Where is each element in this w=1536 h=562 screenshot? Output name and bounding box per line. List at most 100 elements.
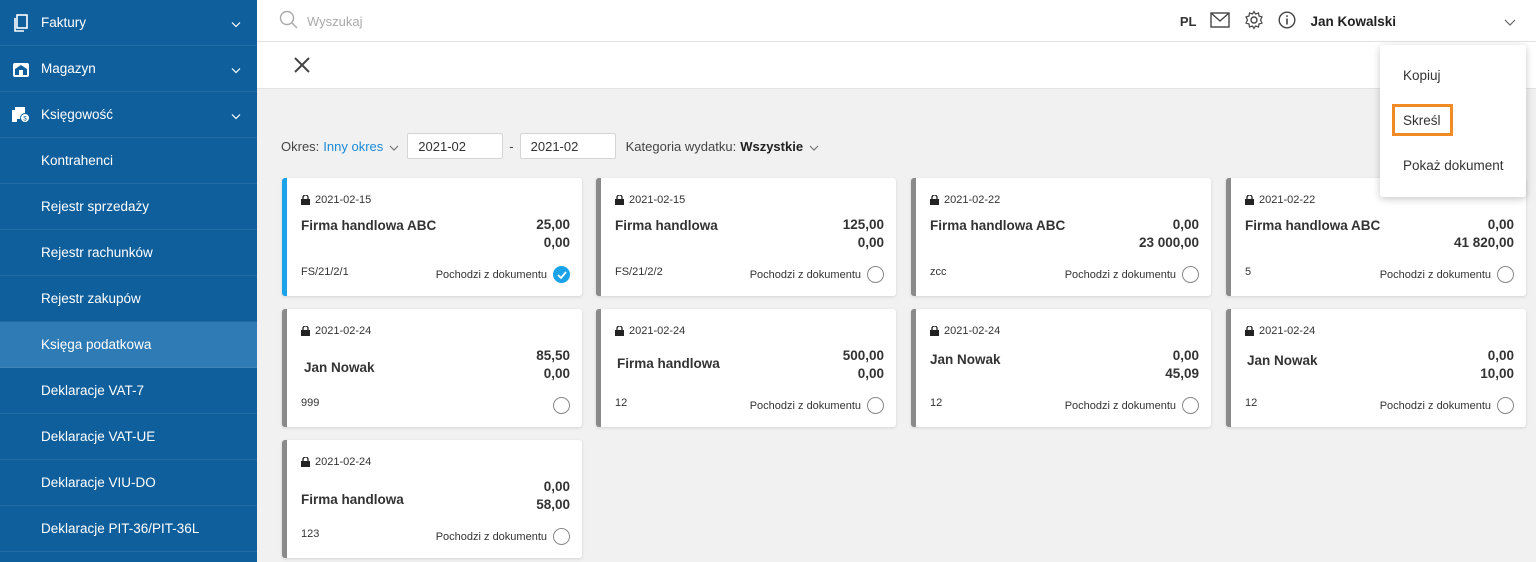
- category-dropdown[interactable]: Wszystkie: [740, 139, 803, 154]
- card-name: Firma handlowa ABC: [930, 218, 1066, 233]
- entry-card[interactable]: 2021-02-22 Firma handlowa ABC 0,00 23 00…: [911, 178, 1211, 296]
- radio-icon[interactable]: [1182, 266, 1199, 283]
- sidebar-item-rejestr-zakupow[interactable]: Rejestr zakupów: [0, 276, 257, 322]
- mail-icon[interactable]: [1210, 11, 1231, 31]
- sidebar-item-faktury[interactable]: Faktury: [0, 0, 257, 46]
- radio-icon[interactable]: [867, 397, 884, 414]
- topbar: Wyszukaj PL Jan Kowalski: [257, 0, 1536, 42]
- date-separator: -: [509, 138, 514, 154]
- sidebar-item-deklaracje-pit[interactable]: Deklaracje PIT-36/PIT-36L: [0, 506, 257, 552]
- card-date: 2021-02-15: [301, 194, 371, 206]
- user-name[interactable]: Jan Kowalski: [1310, 14, 1396, 29]
- card-value-2: 58,00: [536, 497, 570, 512]
- radio-icon[interactable]: [867, 266, 884, 283]
- card-doc-number: FS/21/2/1: [301, 266, 349, 278]
- gear-icon[interactable]: [1244, 9, 1264, 33]
- card-value-2: 0,00: [857, 235, 884, 250]
- sidebar-item-label: Rejestr zakupów: [41, 291, 141, 306]
- card-origin: Pochodzi z dokumentu: [436, 266, 570, 283]
- period-dropdown[interactable]: Inny okres: [323, 139, 383, 154]
- date-to-input[interactable]: 2021-02: [519, 133, 616, 159]
- language-switch[interactable]: PL: [1180, 14, 1197, 29]
- card-value-2: 23 000,00: [1138, 235, 1199, 250]
- entry-card[interactable]: 2021-02-24 Firma handlowa 0,00 58,00 123…: [282, 440, 582, 558]
- card-value-1: 0,00: [1172, 217, 1199, 232]
- card-doc-number: 123: [301, 528, 320, 540]
- sidebar: Faktury Magazyn $ Księgowość Kontrahenci…: [0, 0, 257, 562]
- card-value-2: 10,00: [1480, 366, 1514, 381]
- card-value-2: 45,09: [1165, 366, 1199, 381]
- sidebar-item-label: Deklaracje VIU-DO: [41, 475, 156, 490]
- sidebar-item-label: Rejestr sprzedaży: [41, 199, 150, 214]
- context-menu: Kopiuj Skreśl Pokaż dokument: [1380, 45, 1526, 197]
- sidebar-item-magazyn[interactable]: Magazyn: [0, 46, 257, 92]
- chevron-down-icon: [231, 107, 241, 122]
- card-origin: Pochodzi z dokumentu: [1065, 397, 1199, 414]
- sidebar-item-rejestr-sprzedazy[interactable]: Rejestr sprzedaży: [0, 184, 257, 230]
- warehouse-icon: [12, 60, 30, 78]
- chevron-down-icon[interactable]: [809, 139, 819, 154]
- document-copy-icon: [12, 13, 30, 32]
- card-value-1: 0,00: [1487, 217, 1514, 232]
- radio-icon[interactable]: [1182, 397, 1199, 414]
- menu-item-pokaz-dokument[interactable]: Pokaż dokument: [1403, 158, 1504, 173]
- action-bar: [257, 42, 1536, 89]
- card-doc-number: FS/21/2/2: [615, 266, 663, 278]
- entry-card[interactable]: 2021-02-24 Firma handlowa 500,00 0,00 12…: [596, 309, 896, 427]
- entry-card[interactable]: 2021-02-15 Firma handlowa ABC 25,00 0,00…: [282, 178, 582, 296]
- sidebar-item-rejestr-rachunkow[interactable]: Rejestr rachunków: [0, 230, 257, 276]
- sidebar-item-label: Deklaracje PIT-36/PIT-36L: [41, 521, 200, 536]
- card-value-1: 0,00: [543, 479, 570, 494]
- sidebar-item-ksiegowosc[interactable]: $ Księgowość: [0, 92, 257, 138]
- entry-card[interactable]: 2021-02-24 Jan Nowak 0,00 10,00 12 Pocho…: [1226, 309, 1526, 427]
- radio-icon[interactable]: [1497, 397, 1514, 414]
- chevron-down-icon: [231, 15, 241, 30]
- card-doc-number: zcc: [930, 266, 947, 278]
- card-name: Firma handlowa: [615, 218, 718, 233]
- sidebar-item-deklaracje-vat-7[interactable]: Deklaracje VAT-7: [0, 368, 257, 414]
- sidebar-item-ksiega-podatkowa[interactable]: Księga podatkowa: [0, 322, 257, 368]
- card-origin: Pochodzi z dokumentu: [436, 528, 570, 545]
- radio-icon[interactable]: [553, 397, 570, 414]
- card-doc-number: 12: [615, 397, 628, 409]
- entry-card[interactable]: 2021-02-24 Jan Nowak 85,50 0,00 999: [282, 309, 582, 427]
- card-date: 2021-02-24: [1245, 325, 1315, 337]
- sidebar-item-deklaracje-viu-do[interactable]: Deklaracje VIU-DO: [0, 460, 257, 506]
- sidebar-item-label: Faktury: [41, 15, 87, 30]
- date-from-input[interactable]: 2021-02: [407, 133, 504, 159]
- menu-item-kopiuj[interactable]: Kopiuj: [1403, 68, 1441, 83]
- chevron-down-icon[interactable]: [1504, 14, 1516, 29]
- sidebar-item-label: Deklaracje VAT-7: [41, 383, 145, 398]
- card-doc-number: 12: [1245, 397, 1258, 409]
- lock-icon: [301, 457, 310, 467]
- card-date: 2021-02-15: [615, 194, 685, 206]
- sidebar-item-kontrahenci[interactable]: Kontrahenci: [0, 138, 257, 184]
- chevron-down-icon[interactable]: [389, 139, 399, 154]
- info-icon[interactable]: [1278, 10, 1296, 32]
- entry-card[interactable]: 2021-02-24 Jan Nowak 0,00 45,09 12 Pocho…: [911, 309, 1211, 427]
- card-date-text: 2021-02-24: [629, 325, 686, 337]
- sidebar-item-label: Księga podatkowa: [41, 337, 152, 352]
- category-label: Kategoria wydatku:: [625, 138, 737, 154]
- close-icon[interactable]: [293, 56, 311, 77]
- card-date-text: 2021-02-24: [315, 325, 372, 337]
- card-name: Jan Nowak: [304, 360, 375, 375]
- card-name: Firma handlowa: [301, 492, 404, 507]
- card-date: 2021-02-24: [301, 325, 371, 337]
- search-input[interactable]: Wyszukaj: [279, 10, 363, 33]
- card-value-2: 0,00: [857, 366, 884, 381]
- card-date: 2021-02-22: [1245, 194, 1315, 206]
- card-date-text: 2021-02-15: [315, 194, 372, 206]
- entry-card[interactable]: 2021-02-15 Firma handlowa 125,00 0,00 FS…: [596, 178, 896, 296]
- search-icon: [279, 10, 299, 33]
- radio-icon[interactable]: [553, 528, 570, 545]
- lock-icon: [615, 326, 624, 336]
- sidebar-item-deklaracje-vat-ue[interactable]: Deklaracje VAT-UE: [0, 414, 257, 460]
- sidebar-item-label: Kontrahenci: [41, 153, 114, 168]
- menu-item-skresl[interactable]: Skreśl: [1403, 113, 1441, 128]
- checkmark-icon[interactable]: [553, 266, 570, 283]
- period-label: Okres:: [281, 138, 320, 154]
- card-name: Jan Nowak: [1247, 353, 1318, 368]
- card-value-1: 125,00: [842, 217, 884, 232]
- radio-icon[interactable]: [1497, 266, 1514, 283]
